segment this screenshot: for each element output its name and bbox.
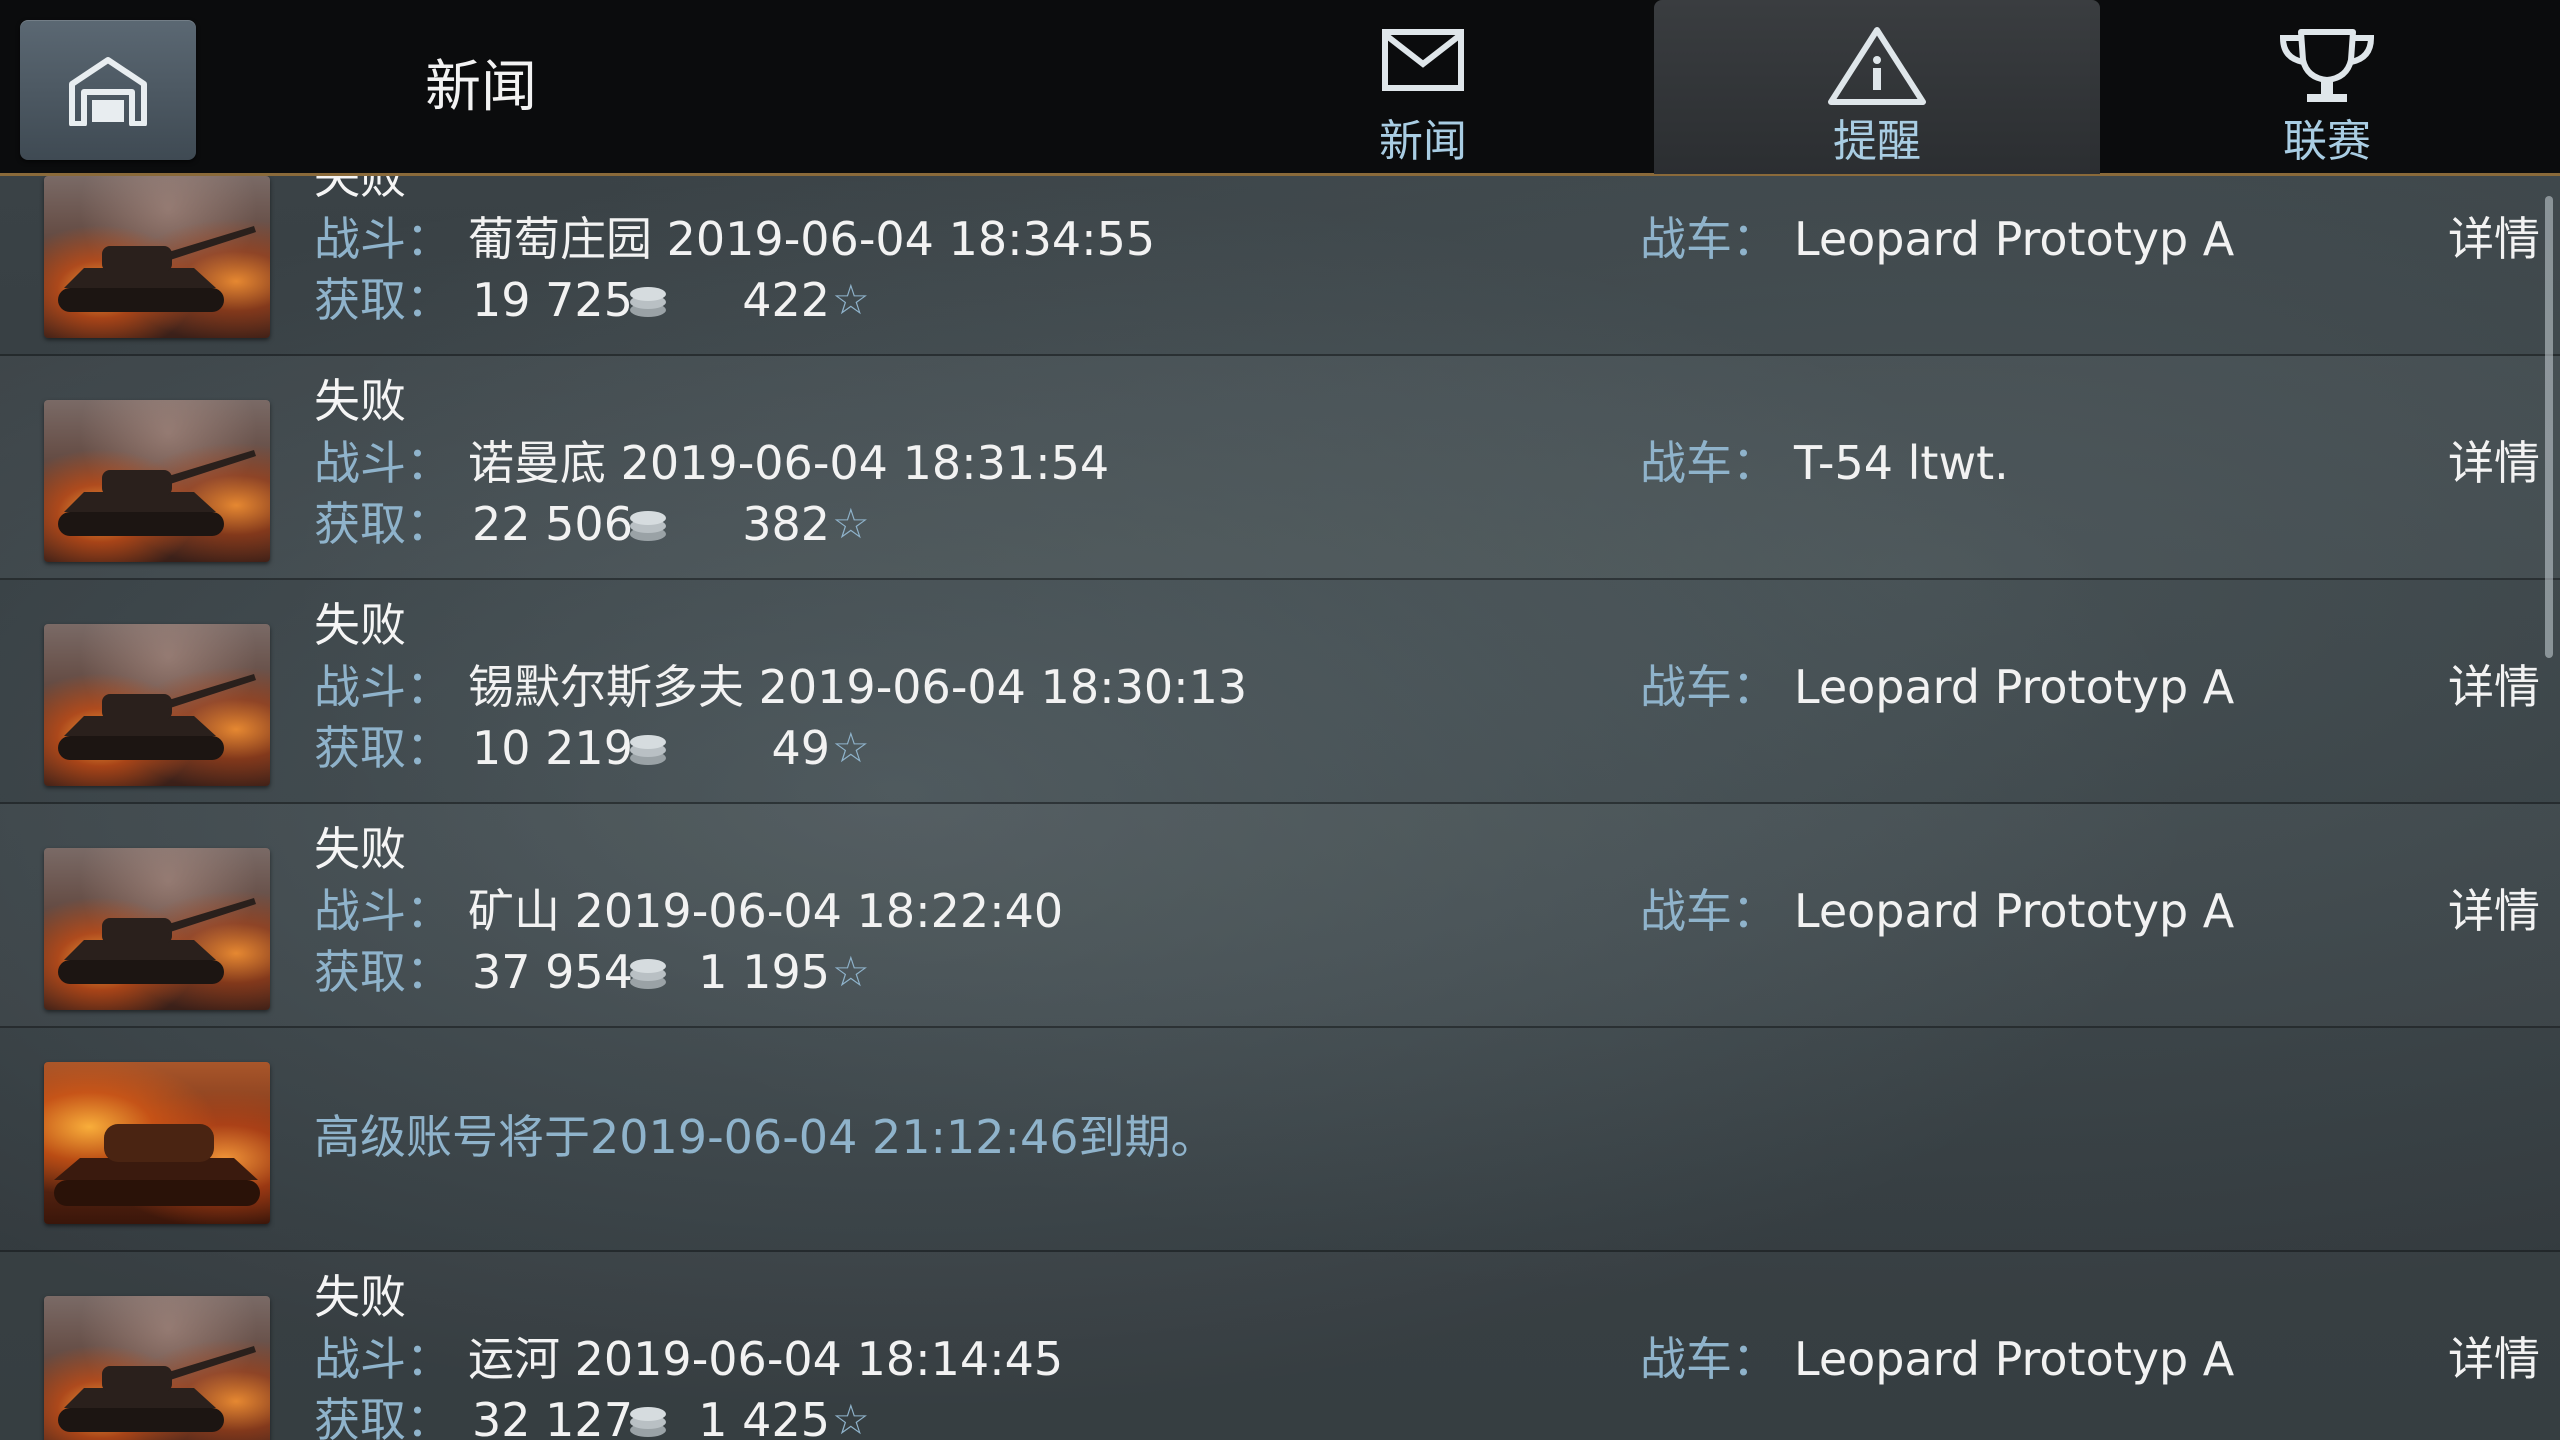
- tank-silhouette-icon: [58, 1346, 256, 1432]
- top-bar: 新闻 新闻 提醒 联赛: [0, 0, 2560, 176]
- battle-result: 失败: [314, 598, 406, 652]
- battle-label: 战斗：: [314, 660, 452, 714]
- battle-entry[interactable]: 失败 战斗： 矿山 2019-06-04 18:22:40 获取： 37 954…: [0, 804, 2560, 1028]
- battle-entry[interactable]: 失败 战斗： 诺曼底 2019-06-04 18:31:54 获取： 22 50…: [0, 356, 2560, 580]
- battle-entry[interactable]: 失败 战斗： 葡萄庄园 2019-06-04 18:34:55 获取： 19 7…: [0, 176, 2560, 356]
- tab-alerts-label: 提醒: [1833, 116, 1921, 167]
- battle-info: 运河 2019-06-04 18:14:45: [468, 1332, 1064, 1386]
- mail-icon: [1382, 29, 1464, 91]
- vehicle-label: 战车：: [1640, 212, 1778, 266]
- list-scrollbar[interactable]: [2545, 196, 2553, 658]
- vehicle-name: Leopard Prototyp A: [1794, 884, 2235, 938]
- vehicle-name: Leopard Prototyp A: [1794, 1332, 2235, 1386]
- home-button[interactable]: [20, 20, 196, 160]
- tank-silhouette-icon: [54, 1124, 260, 1206]
- battle-thumbnail: [44, 1296, 270, 1440]
- xp-star-icon: ☆: [832, 947, 870, 996]
- details-button[interactable]: 详情: [2420, 1332, 2540, 1386]
- tab-alerts[interactable]: 提醒: [1654, 0, 2100, 174]
- earned-label: 获取：: [314, 1393, 452, 1440]
- tab-news-label: 新闻: [1379, 116, 1467, 167]
- news-feed-list[interactable]: 失败 战斗： 葡萄庄园 2019-06-04 18:34:55 获取： 19 7…: [0, 176, 2560, 1440]
- xp-value: 1 425: [698, 1393, 830, 1440]
- premium-expiry-text: 高级账号将于2019-06-04 21:12:46到期。: [314, 1110, 1217, 1164]
- battle-thumbnail: [44, 848, 270, 1010]
- xp-star-icon: ☆: [832, 499, 870, 548]
- credits-value: 37 954: [472, 945, 633, 999]
- battle-thumbnail: [44, 400, 270, 562]
- tab-league[interactable]: 联赛: [2104, 0, 2550, 174]
- battle-thumbnail: [44, 176, 270, 338]
- battle-entry[interactable]: 失败 战斗： 锡默尔斯多夫 2019-06-04 18:30:13 获取： 10…: [0, 580, 2560, 804]
- tab-league-label: 联赛: [2283, 116, 2371, 167]
- garage-icon: [69, 57, 147, 126]
- tank-silhouette-icon: [58, 450, 256, 536]
- earned-label: 获取：: [314, 497, 452, 551]
- page-title: 新闻: [425, 55, 537, 120]
- battle-result: 失败: [314, 822, 406, 876]
- tab-news[interactable]: 新闻: [1200, 0, 1646, 174]
- xp-value: 382: [742, 497, 830, 551]
- vehicle-name: Leopard Prototyp A: [1794, 212, 2235, 266]
- tank-silhouette-icon: [58, 674, 256, 760]
- battle-thumbnail: [44, 624, 270, 786]
- vehicle-name: Leopard Prototyp A: [1794, 660, 2235, 714]
- battle-label: 战斗：: [314, 212, 452, 266]
- battle-info: 锡默尔斯多夫 2019-06-04 18:30:13: [468, 660, 1248, 714]
- battle-result: 失败: [314, 374, 406, 428]
- premium-notice-entry[interactable]: 高级账号将于2019-06-04 21:12:46到期。: [0, 1028, 2560, 1252]
- details-button[interactable]: 详情: [2420, 884, 2540, 938]
- earned-label: 获取：: [314, 273, 452, 327]
- battle-label: 战斗：: [314, 1332, 452, 1386]
- premium-thumbnail: [44, 1062, 270, 1224]
- battle-result: 失败: [314, 1270, 406, 1324]
- xp-star-icon: ☆: [832, 723, 870, 772]
- xp-star-icon: ☆: [832, 275, 870, 324]
- credits-value: 32 127: [472, 1393, 633, 1440]
- xp-star-icon: ☆: [832, 1395, 870, 1440]
- battle-info: 诺曼底 2019-06-04 18:31:54: [468, 436, 1110, 490]
- details-button[interactable]: 详情: [2420, 212, 2540, 266]
- vehicle-label: 战车：: [1640, 660, 1778, 714]
- battle-label: 战斗：: [314, 436, 452, 490]
- credits-value: 19 725: [472, 273, 633, 327]
- details-button[interactable]: 详情: [2420, 436, 2540, 490]
- xp-value: 422: [742, 273, 830, 327]
- vehicle-label: 战车：: [1640, 884, 1778, 938]
- battle-info: 葡萄庄园 2019-06-04 18:34:55: [468, 212, 1156, 266]
- battle-label: 战斗：: [314, 884, 452, 938]
- warning-icon: [1828, 27, 1926, 105]
- tank-silhouette-icon: [58, 226, 256, 312]
- credits-value: 10 219: [472, 721, 633, 775]
- trophy-icon: [2279, 29, 2375, 102]
- credits-value: 22 506: [472, 497, 633, 551]
- battle-entry[interactable]: 失败 战斗： 运河 2019-06-04 18:14:45 获取： 32 127…: [0, 1252, 2560, 1440]
- battle-result: 失败: [314, 176, 406, 204]
- battle-info: 矿山 2019-06-04 18:22:40: [468, 884, 1064, 938]
- xp-value: 49: [771, 721, 830, 775]
- app-root: 新闻 新闻 提醒 联赛 失败 战斗： 葡萄庄园 2019-06-04 18:34…: [0, 0, 2560, 1440]
- vehicle-label: 战车：: [1640, 1332, 1778, 1386]
- vehicle-label: 战车：: [1640, 436, 1778, 490]
- tank-silhouette-icon: [58, 898, 256, 984]
- vehicle-name: T-54 ltwt.: [1794, 436, 2009, 490]
- earned-label: 获取：: [314, 721, 452, 775]
- xp-value: 1 195: [698, 945, 830, 999]
- earned-label: 获取：: [314, 945, 452, 999]
- details-button[interactable]: 详情: [2420, 660, 2540, 714]
